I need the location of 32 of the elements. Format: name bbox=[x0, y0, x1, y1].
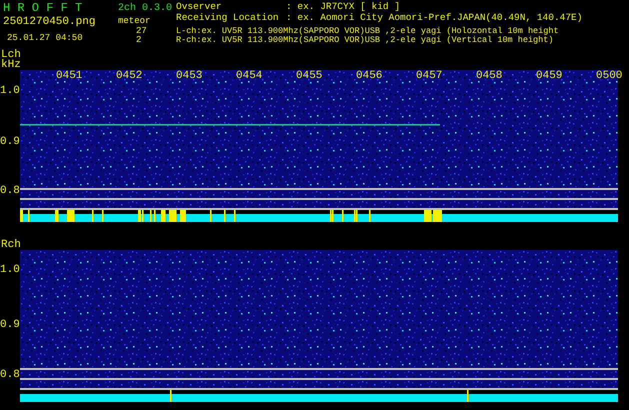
info-value: : ex. Aomori City Aomori-Pref.JAPAN(40.49N, 140.47E) bbox=[286, 12, 582, 23]
count-value: 27 bbox=[136, 27, 147, 36]
file-name: 2501270450.png bbox=[3, 16, 96, 28]
version-label: 2ch 0.3.0 bbox=[118, 3, 172, 15]
info-label: Receiving Location bbox=[176, 12, 280, 23]
time-label: 0451 bbox=[56, 70, 82, 82]
axis-label: 0.9 bbox=[0, 319, 20, 331]
app-title: H R O F F T bbox=[3, 1, 84, 15]
axis-label: 0.8 bbox=[0, 369, 20, 381]
axis-label: 1.0 bbox=[0, 264, 20, 276]
time-label: 0500 bbox=[596, 70, 622, 82]
info-value: : ex. JR7CYX [ kid ] bbox=[286, 1, 400, 12]
axis-label: 0.8 bbox=[0, 185, 20, 197]
channel-info: R-ch:ex. UV5R 113.900Mhz(SAPPORO VOR)USB ,2-ele yagi (Vertical 10m height) bbox=[176, 36, 554, 45]
axis-label: 1.0 bbox=[0, 85, 20, 97]
timestamp: 25.01.27 04:50 bbox=[7, 33, 84, 44]
unit-label: kHz bbox=[1, 60, 22, 70]
time-label: 0456 bbox=[356, 70, 382, 82]
time-label: 0452 bbox=[116, 70, 142, 82]
channel-label: Rch bbox=[1, 240, 22, 250]
time-label: 0453 bbox=[176, 70, 202, 82]
mode-label: meteor bbox=[118, 16, 150, 27]
time-label: 0457 bbox=[416, 70, 442, 82]
time-label: 0459 bbox=[536, 70, 562, 82]
time-label: 0454 bbox=[236, 70, 262, 82]
time-label: 0458 bbox=[476, 70, 502, 82]
info-label: Ovserver bbox=[176, 1, 223, 12]
time-label: 0455 bbox=[296, 70, 322, 82]
channel-label: Lch bbox=[1, 50, 22, 60]
count-value: 2 bbox=[136, 36, 142, 45]
channel-info: L-ch:ex. UV5R 113.900Mhz(SAPPORO VOR)USB ,2-ele yagi (Holozontal 10m height bbox=[176, 27, 560, 36]
axis-label: 0.9 bbox=[0, 136, 20, 148]
